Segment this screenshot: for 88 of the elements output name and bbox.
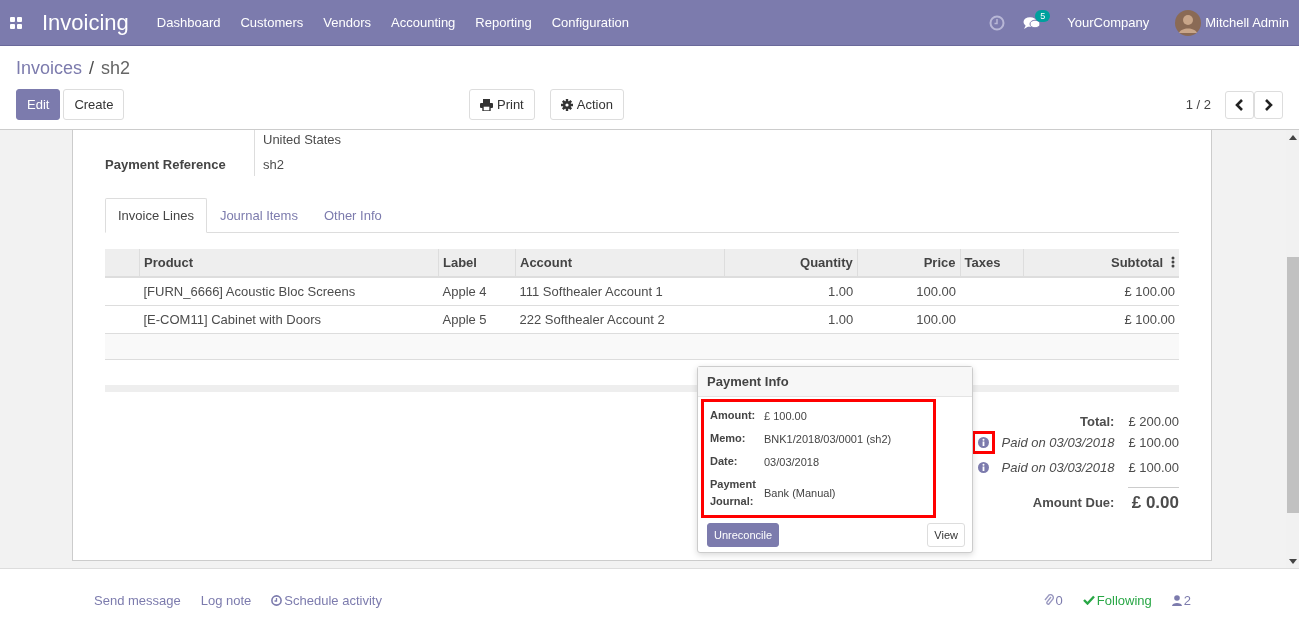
attachments-link[interactable]: 0 [1043, 592, 1063, 608]
detail-value: 03/03/2018 [764, 455, 821, 468]
kebab-menu-icon [1171, 256, 1175, 268]
log-note-link[interactable]: Log note [200, 592, 252, 608]
menu-item[interactable]: Customers [240, 15, 304, 30]
message-count-badge: 5 [1035, 9, 1051, 22]
detail-value: £ 100.00 [764, 409, 808, 422]
user-name[interactable]: Mitchell Admin [1205, 15, 1289, 30]
table-header-cell [105, 249, 140, 277]
column-header[interactable]: Quantity [724, 249, 858, 277]
gear-icon [560, 98, 573, 111]
column-header[interactable]: Price [857, 249, 960, 277]
payment-text: Paid on 03/03/2018 [1001, 435, 1115, 450]
address-text: United States [262, 131, 343, 149]
payment-amount: £ 100.00 [1128, 435, 1179, 450]
clock-icon [271, 594, 283, 606]
app-title: Invoicing [42, 9, 129, 36]
table-cell: £ 100.00 [1023, 277, 1179, 306]
total-label: Total: [1078, 414, 1115, 429]
tab[interactable]: Journal Items [206, 198, 311, 233]
table-cell: 100.00 [857, 305, 960, 334]
print-button[interactable]: Print [469, 89, 535, 120]
previous-button[interactable] [1225, 90, 1254, 119]
edit-button[interactable]: Edit [16, 89, 61, 120]
create-button[interactable]: Create [63, 89, 125, 120]
followers-button[interactable]: 2 [1171, 592, 1191, 608]
scroll-down-icon [1288, 559, 1297, 564]
detail-label: Memo: [710, 431, 747, 446]
next-button[interactable] [1254, 90, 1283, 119]
scroll-up-icon [1288, 135, 1297, 140]
person-icon [1171, 594, 1182, 606]
total-value: £ 200.00 [1128, 414, 1179, 429]
field-label: Payment Reference [105, 149, 255, 176]
detail-label: Date: [710, 454, 739, 469]
detail-label: Amount: [710, 408, 757, 423]
action-button[interactable]: Action [549, 89, 624, 120]
view-button[interactable]: View [927, 523, 965, 547]
detail-label: Payment Journal: [710, 477, 757, 509]
company-switcher[interactable]: YourCompany [1067, 15, 1150, 30]
chevron-left-icon [1235, 98, 1244, 111]
table-cell: 1.00 [724, 277, 858, 306]
table-cell: 222 Softhealer Account 2 [515, 305, 725, 334]
following-button[interactable]: Following [1082, 592, 1152, 608]
paperclip-icon [1043, 594, 1054, 606]
pager-value: 1 / 2 [1185, 97, 1211, 112]
checkmark-icon [1082, 595, 1095, 605]
apps-menu-icon[interactable] [10, 16, 22, 29]
scrollbar-thumb[interactable] [1286, 257, 1299, 513]
column-header[interactable]: Product [139, 249, 439, 277]
detail-value: BNK1/2018/03/0001 (sh2) [764, 432, 893, 445]
table-cell: [FURN_6666] Acoustic Bloc Screens [139, 277, 439, 306]
table-cell: 111 Softhealer Account 1 [515, 277, 725, 306]
chevron-right-icon [1264, 98, 1273, 111]
amount-due-value: £ 0.00 [1128, 487, 1179, 513]
amount-due-label: Amount Due: [1031, 494, 1115, 510]
payment-text: Paid on 03/03/2018 [1001, 460, 1115, 475]
info-icon[interactable] [977, 437, 989, 448]
schedule-activity-link[interactable]: Schedule activity [271, 592, 382, 608]
detail-value: Bank (Manual) [764, 487, 837, 499]
table-cell: 100.00 [857, 277, 960, 306]
avatar-icon [1175, 9, 1202, 36]
column-header[interactable]: Taxes [960, 249, 1023, 277]
menu-item[interactable]: Configuration [551, 15, 630, 30]
table-cell: [E-COM11] Cabinet with Doors [139, 305, 439, 334]
clock-icon [989, 14, 1006, 31]
column-header[interactable]: Subtotal [1023, 249, 1179, 277]
field-value: sh2 [262, 156, 285, 174]
payment-amount: £ 100.00 [1128, 460, 1179, 475]
unreconcile-button[interactable]: Unreconcile [707, 523, 780, 547]
menu-item[interactable]: Reporting [475, 15, 532, 30]
popover-title: Payment Info [698, 367, 972, 397]
tab[interactable]: Invoice Lines [105, 198, 207, 233]
printer-icon [480, 98, 493, 111]
column-header[interactable]: Label [438, 249, 516, 277]
table-cell: Apple 4 [438, 277, 516, 306]
menu-item[interactable]: Dashboard [156, 15, 221, 30]
breadcrumb-current: sh2 [101, 58, 131, 79]
breadcrumb-link[interactable]: Invoices [16, 58, 83, 79]
table-cell: Apple 5 [438, 305, 516, 334]
info-icon[interactable] [977, 462, 989, 473]
table-cell: 1.00 [724, 305, 858, 334]
table-cell: £ 100.00 [1023, 305, 1179, 334]
menu-item[interactable]: Vendors [323, 15, 371, 30]
breadcrumb-separator: / [89, 58, 95, 79]
column-header[interactable]: Account [515, 249, 725, 277]
send-message-link[interactable]: Send message [94, 592, 181, 608]
tab[interactable]: Other Info [310, 198, 395, 233]
menu-item[interactable]: Accounting [391, 15, 456, 30]
